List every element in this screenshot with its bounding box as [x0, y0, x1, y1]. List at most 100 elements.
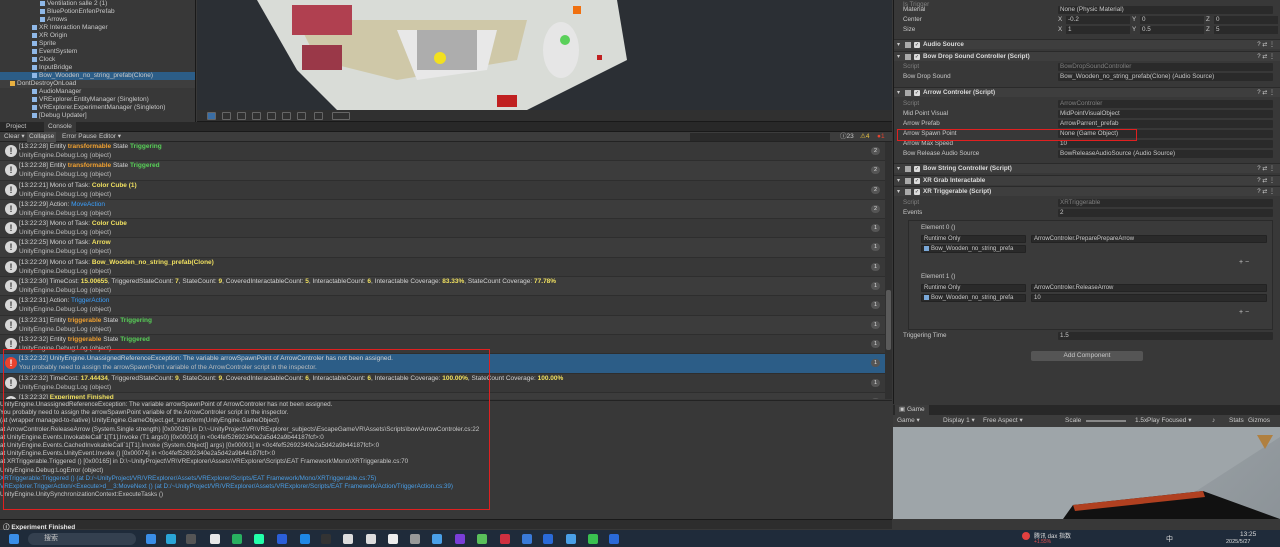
- foldout-icon[interactable]: ▾: [897, 40, 900, 50]
- component-header[interactable]: ▾ ✓ ? ⇄ ⋮ Bow Drop Sound Controller (Script…: [894, 51, 1280, 61]
- error-pause-button[interactable]: Error Pause: [60, 132, 99, 142]
- inspector-field[interactable]: Mid Point Visual MidPointVisualObject: [894, 109, 1280, 119]
- event1-function-dropdown[interactable]: ArrowControler.ReleaseArrow: [1031, 284, 1267, 292]
- gizmos-button[interactable]: Gizmos: [1246, 416, 1272, 426]
- inspector-field[interactable]: Material None (Physic Material): [894, 5, 1280, 15]
- component-header[interactable]: ▾ ✓ ? ⇄ ⋮ Bow String Controller (Script): [894, 163, 1280, 173]
- hierarchy-item[interactable]: InputBridge: [0, 64, 195, 72]
- game-mode-dropdown[interactable]: Game ▾: [895, 416, 922, 426]
- rotate-tool-icon[interactable]: [237, 112, 246, 120]
- hierarchy-item[interactable]: VRExplorer.ExperimentManager (Singleton): [0, 104, 195, 112]
- foldout-icon[interactable]: ▾: [897, 88, 900, 98]
- component-header[interactable]: ▾ ✓ ? ⇄ ⋮ Audio Source: [894, 39, 1280, 49]
- component-menu-icon[interactable]: ? ⇄ ⋮: [1257, 164, 1275, 174]
- hierarchy-item[interactable]: XR Interaction Manager: [0, 24, 195, 32]
- chrome-icon[interactable]: [232, 534, 242, 544]
- hierarchy-item[interactable]: Ventilation salle 2 (1): [0, 0, 195, 8]
- app-icon[interactable]: [254, 534, 264, 544]
- event0-object-field[interactable]: Bow_Wooden_no_string_prefa: [921, 245, 1026, 253]
- foldout-icon[interactable]: ▾: [897, 176, 900, 186]
- app4-icon[interactable]: [522, 534, 532, 544]
- component-menu-icon[interactable]: ? ⇄ ⋮: [1257, 176, 1275, 186]
- hierarchy-item[interactable]: DontDestroyOnLoad: [0, 80, 195, 88]
- component-header[interactable]: ▾ ✓ ? ⇄ ⋮ XR Grab Interactable: [894, 175, 1280, 185]
- tab-console[interactable]: Console: [44, 122, 76, 132]
- visual-studio-icon[interactable]: [455, 534, 465, 544]
- unity-icon[interactable]: [343, 534, 353, 544]
- inspector-field[interactable]: Script XRTriggerable: [894, 198, 1280, 208]
- app5-icon[interactable]: [543, 534, 553, 544]
- files-icon[interactable]: [210, 534, 220, 544]
- hierarchy-item[interactable]: Bow_Wooden_no_string_prefab(Clone): [0, 72, 195, 80]
- vector-input[interactable]: 0: [1214, 16, 1278, 24]
- input-language[interactable]: 中: [1166, 534, 1173, 544]
- console-scrollbar[interactable]: [885, 142, 892, 399]
- scale-tool-icon[interactable]: [252, 112, 261, 120]
- clear-button[interactable]: Clear ▾: [2, 132, 27, 142]
- pycharm-icon[interactable]: [477, 534, 487, 544]
- qq-icon[interactable]: [566, 534, 576, 544]
- unity-hub-icon[interactable]: [366, 534, 376, 544]
- foldout-icon[interactable]: ▾: [897, 52, 900, 62]
- edge-icon[interactable]: [166, 534, 176, 544]
- maps-icon[interactable]: [432, 534, 442, 544]
- console-log-row[interactable]: ! [13:22:28] Entity transformable State T…: [0, 142, 885, 162]
- inspector-field[interactable]: Center X -0.2 Y 0 Z 0: [894, 15, 1280, 25]
- clock-time[interactable]: 13:25: [1240, 531, 1256, 538]
- console-log-row[interactable]: ! [13:22:25] Mono of Task: Arrow UnityEngi…: [0, 238, 885, 258]
- wechat-icon[interactable]: [588, 534, 598, 544]
- inspector-field[interactable]: Arrow Prefab ArrowParrent_prefab: [894, 119, 1280, 129]
- vector-input[interactable]: 1: [1066, 26, 1130, 34]
- field-value-box[interactable]: [1058, 332, 1273, 340]
- event0-add-remove[interactable]: + −: [1239, 259, 1249, 266]
- console-log-row[interactable]: ! [13:22:31] Entity triggerable State Tri…: [0, 315, 885, 335]
- console-log-row[interactable]: ! [13:22:31] Action: TriggerAction UnityEn…: [0, 296, 885, 316]
- display-dropdown[interactable]: Display 1 ▾: [941, 416, 977, 426]
- browser-icon[interactable]: [146, 534, 156, 544]
- event1-object-field[interactable]: Bow_Wooden_no_string_prefa: [921, 294, 1026, 302]
- extra-tools-dropdown[interactable]: [332, 112, 350, 120]
- add-component-button[interactable]: Add Component: [1031, 351, 1143, 361]
- vector-input[interactable]: 5: [1214, 26, 1278, 34]
- component-menu-icon[interactable]: ? ⇄ ⋮: [1257, 52, 1275, 62]
- inspector-field[interactable]: Script ArrowControler: [894, 99, 1280, 109]
- view-tool-icon[interactable]: [207, 112, 216, 120]
- info-count-toggle[interactable]: ⓘ23: [838, 132, 856, 142]
- app2-icon[interactable]: [410, 534, 420, 544]
- console-scroll-thumb[interactable]: [886, 290, 891, 350]
- tab-game[interactable]: ▣ Game: [895, 405, 929, 415]
- enabled-checkbox[interactable]: ✓: [914, 54, 920, 60]
- inspector-field[interactable]: Size X 1 Y 0.5 Z 5: [894, 25, 1280, 35]
- game-view[interactable]: [893, 427, 1280, 519]
- component-header[interactable]: ▾ ✓ ? ⇄ ⋮ Arrow Controler (Script): [894, 87, 1280, 97]
- transform-tool-icon[interactable]: [282, 112, 291, 120]
- scene-view[interactable]: [197, 0, 892, 110]
- warning-count-toggle[interactable]: ⚠4: [858, 132, 871, 142]
- windows-start-icon[interactable]: [9, 534, 19, 544]
- hierarchy-item[interactable]: Arrows: [0, 16, 195, 24]
- hierarchy-item[interactable]: AudioManager: [0, 88, 195, 96]
- scale-slider[interactable]: [1086, 420, 1126, 422]
- enabled-checkbox[interactable]: ✓: [914, 166, 920, 172]
- word-icon[interactable]: [277, 534, 287, 544]
- custom-tool-icon[interactable]: [297, 112, 306, 120]
- event0-function-dropdown[interactable]: ArrowControler.PreparePrepareArrow: [1031, 235, 1267, 243]
- vector-input[interactable]: -0.2: [1066, 16, 1130, 24]
- typora-icon[interactable]: [388, 534, 398, 544]
- component-header[interactable]: ▾ ✓ ? ⇄ ⋮ XR Triggerable (Script): [894, 186, 1280, 196]
- app6-icon[interactable]: [609, 534, 619, 544]
- error-count-toggle[interactable]: ●1: [875, 132, 887, 142]
- collapse-button[interactable]: Collapse: [27, 132, 57, 142]
- tab-project[interactable]: Project: [2, 122, 30, 132]
- stats-button[interactable]: Stats: [1227, 416, 1246, 426]
- aspect-dropdown[interactable]: Free Aspect ▾: [981, 416, 1025, 426]
- enabled-checkbox[interactable]: ✓: [914, 90, 920, 96]
- inspector-field[interactable]: Triggering Time 1.5: [894, 331, 1280, 341]
- move-tool-icon[interactable]: [222, 112, 231, 120]
- console-log-row[interactable]: ! [13:22:29] Mono of Task: Bow_Wooden_no_…: [0, 257, 885, 278]
- hierarchy-item[interactable]: Clock: [0, 56, 195, 64]
- terminal-icon[interactable]: [321, 534, 331, 544]
- console-log-row[interactable]: ! [13:22:30] TimeCost: 15.00655, Triggere…: [0, 277, 885, 297]
- play-focused-dropdown[interactable]: Play Focused ▾: [1145, 416, 1193, 426]
- enabled-checkbox[interactable]: ✓: [914, 178, 920, 184]
